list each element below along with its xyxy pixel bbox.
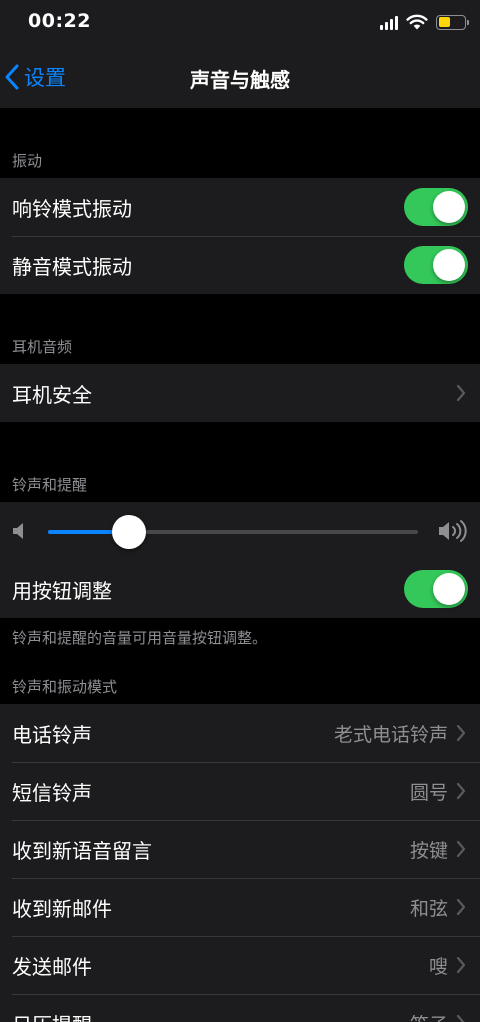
ringer-footer-note: 铃声和提醒的音量可用音量按钮调整。 xyxy=(12,629,268,647)
row-label: 响铃模式振动 xyxy=(12,196,132,221)
speaker-high-icon xyxy=(439,520,467,542)
row-value: 按键 xyxy=(409,839,448,862)
row-label: 短信铃声 xyxy=(12,780,92,805)
slider-thumb[interactable] xyxy=(112,515,146,549)
group-ringer-alerts: 用按钮调整 xyxy=(0,502,480,618)
row-value: 圆号 xyxy=(409,781,448,804)
row-label: 收到新语音留言 xyxy=(12,838,152,863)
row-value: 嗖 xyxy=(428,955,448,978)
chevron-right-icon xyxy=(454,955,468,975)
speaker-low-icon xyxy=(13,523,23,539)
battery-icon xyxy=(436,14,469,30)
row-label: 用按钮调整 xyxy=(12,578,112,603)
chevron-right-icon xyxy=(454,897,468,917)
chevron-right-icon xyxy=(454,723,468,743)
cellular-signal-icon xyxy=(380,14,398,30)
section-header-headphone-audio: 耳机音频 xyxy=(12,338,73,356)
group-sounds: 电话铃声 老式电话铃声 短信铃声 圆号 收到新语音留言 按键 收到新邮件 和弦 … xyxy=(0,704,480,1022)
row-headphone-safety[interactable]: 耳机安全 xyxy=(0,364,480,422)
chevron-right-icon xyxy=(454,781,468,801)
vibrate-on-ring-toggle[interactable] xyxy=(404,188,468,226)
section-header-vibration: 振动 xyxy=(12,152,43,170)
chevron-right-icon xyxy=(454,383,468,403)
row-vibrate-on-silent: 静音模式振动 xyxy=(0,236,480,294)
group-headphone-audio: 耳机安全 xyxy=(0,364,480,422)
row-label: 耳机安全 xyxy=(12,382,92,407)
row-vibrate-on-ring: 响铃模式振动 xyxy=(0,178,480,236)
vibrate-on-silent-toggle[interactable] xyxy=(404,246,468,284)
status-icons xyxy=(380,12,469,32)
row-ringtone[interactable]: 电话铃声 老式电话铃声 xyxy=(0,704,480,762)
status-bar: 00:22 xyxy=(0,0,480,44)
section-header-ringer-alerts: 铃声和提醒 xyxy=(12,476,88,494)
row-value: 和弦 xyxy=(409,897,448,920)
row-value: 老式电话铃声 xyxy=(333,723,448,746)
ringer-volume-slider[interactable] xyxy=(48,515,418,549)
row-calendar-alerts[interactable]: 日历提醒 笛子 xyxy=(0,994,480,1022)
row-label: 静音模式振动 xyxy=(12,254,132,279)
change-with-buttons-toggle[interactable] xyxy=(404,570,468,608)
chevron-right-icon xyxy=(454,839,468,859)
row-label: 收到新邮件 xyxy=(12,896,112,921)
row-change-with-buttons: 用按钮调整 xyxy=(0,560,480,618)
row-sent-mail[interactable]: 发送邮件 嗖 xyxy=(0,936,480,994)
row-text-tone[interactable]: 短信铃声 圆号 xyxy=(0,762,480,820)
status-time: 00:22 xyxy=(28,10,91,32)
row-label: 发送邮件 xyxy=(12,954,92,979)
row-value: 笛子 xyxy=(410,1010,448,1022)
row-label: 电话铃声 xyxy=(12,722,92,747)
page-title: 声音与触感 xyxy=(190,68,290,92)
chevron-right-icon xyxy=(454,1013,468,1022)
row-ringer-volume xyxy=(0,502,480,560)
row-label: 日历提醒 xyxy=(12,1009,410,1022)
row-new-mail[interactable]: 收到新邮件 和弦 xyxy=(0,878,480,936)
navigation-bar: 设置 声音与触感 xyxy=(0,44,480,108)
section-header-sounds: 铃声和振动模式 xyxy=(12,678,118,696)
group-vibration: 响铃模式振动 静音模式振动 xyxy=(0,178,480,294)
row-new-voicemail[interactable]: 收到新语音留言 按键 xyxy=(0,820,480,878)
wifi-icon xyxy=(406,14,428,30)
